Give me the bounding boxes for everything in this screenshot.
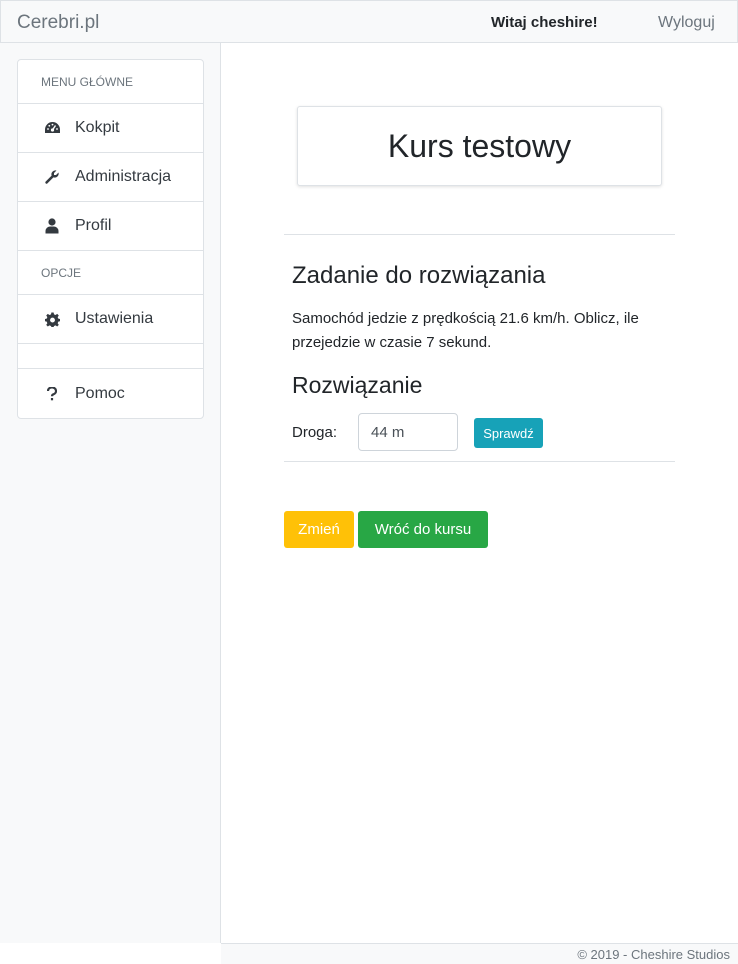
welcome-text: Witaj cheshire! xyxy=(491,14,598,31)
sidebar-item-administracja[interactable]: Administracja xyxy=(18,153,203,202)
divider-bottom xyxy=(284,461,675,462)
gear-icon xyxy=(43,310,61,328)
logout-link[interactable]: Wyloguj xyxy=(658,14,715,32)
wrench-icon xyxy=(43,168,61,186)
user-icon xyxy=(43,217,61,235)
sidebar-item-pomoc[interactable]: Pomoc xyxy=(18,369,203,418)
footer-copyright: © 2019 - Cheshire Studios xyxy=(577,947,730,962)
top-navbar: Cerebri.pl Witaj cheshire! Wyloguj xyxy=(0,0,738,43)
brand-link[interactable]: Cerebri.pl xyxy=(17,12,99,34)
sidebar-item-kokpit[interactable]: Kokpit xyxy=(18,104,203,153)
task-text: Samochód jedzie z prędkością 21.6 km/h. … xyxy=(292,310,639,351)
sidebar-item-label: Ustawienia xyxy=(75,310,154,327)
divider-top xyxy=(284,234,675,235)
course-title-card: Kurs testowy xyxy=(297,106,662,186)
question-icon xyxy=(43,385,61,403)
answer-input[interactable] xyxy=(358,413,458,451)
sidebar-item-profil[interactable]: Profil xyxy=(18,202,203,251)
sidebar-item-label: Kokpit xyxy=(75,119,120,136)
sidebar-item-label: Pomoc xyxy=(75,384,125,402)
course-title: Kurs testowy xyxy=(387,127,572,164)
menu-main-header: MENU GŁÓWNE xyxy=(18,60,203,104)
back-to-course-button[interactable]: Wróć do kursu xyxy=(358,511,488,548)
droga-label: Droga: xyxy=(292,424,338,441)
sidebar: MENU GŁÓWNE Kokpit Administracja Profil … xyxy=(0,43,221,943)
solution-title: Rozwiązanie xyxy=(292,372,423,398)
sidebar-item-label: Administracja xyxy=(75,168,172,185)
sidebar-item-ustawienia[interactable]: Ustawienia xyxy=(18,295,203,344)
menu-spacer xyxy=(18,344,203,369)
change-button[interactable]: Zmień xyxy=(284,511,354,548)
footer: © 2019 - Cheshire Studios xyxy=(221,943,738,964)
task-title: Zadanie do rozwiązania xyxy=(292,262,546,289)
sidebar-menu: MENU GŁÓWNE Kokpit Administracja Profil … xyxy=(17,59,204,419)
menu-options-header: OPCJE xyxy=(18,251,203,295)
check-button[interactable]: Sprawdź xyxy=(474,418,543,448)
dashboard-icon xyxy=(43,119,61,137)
sidebar-item-label: Profil xyxy=(75,217,112,234)
